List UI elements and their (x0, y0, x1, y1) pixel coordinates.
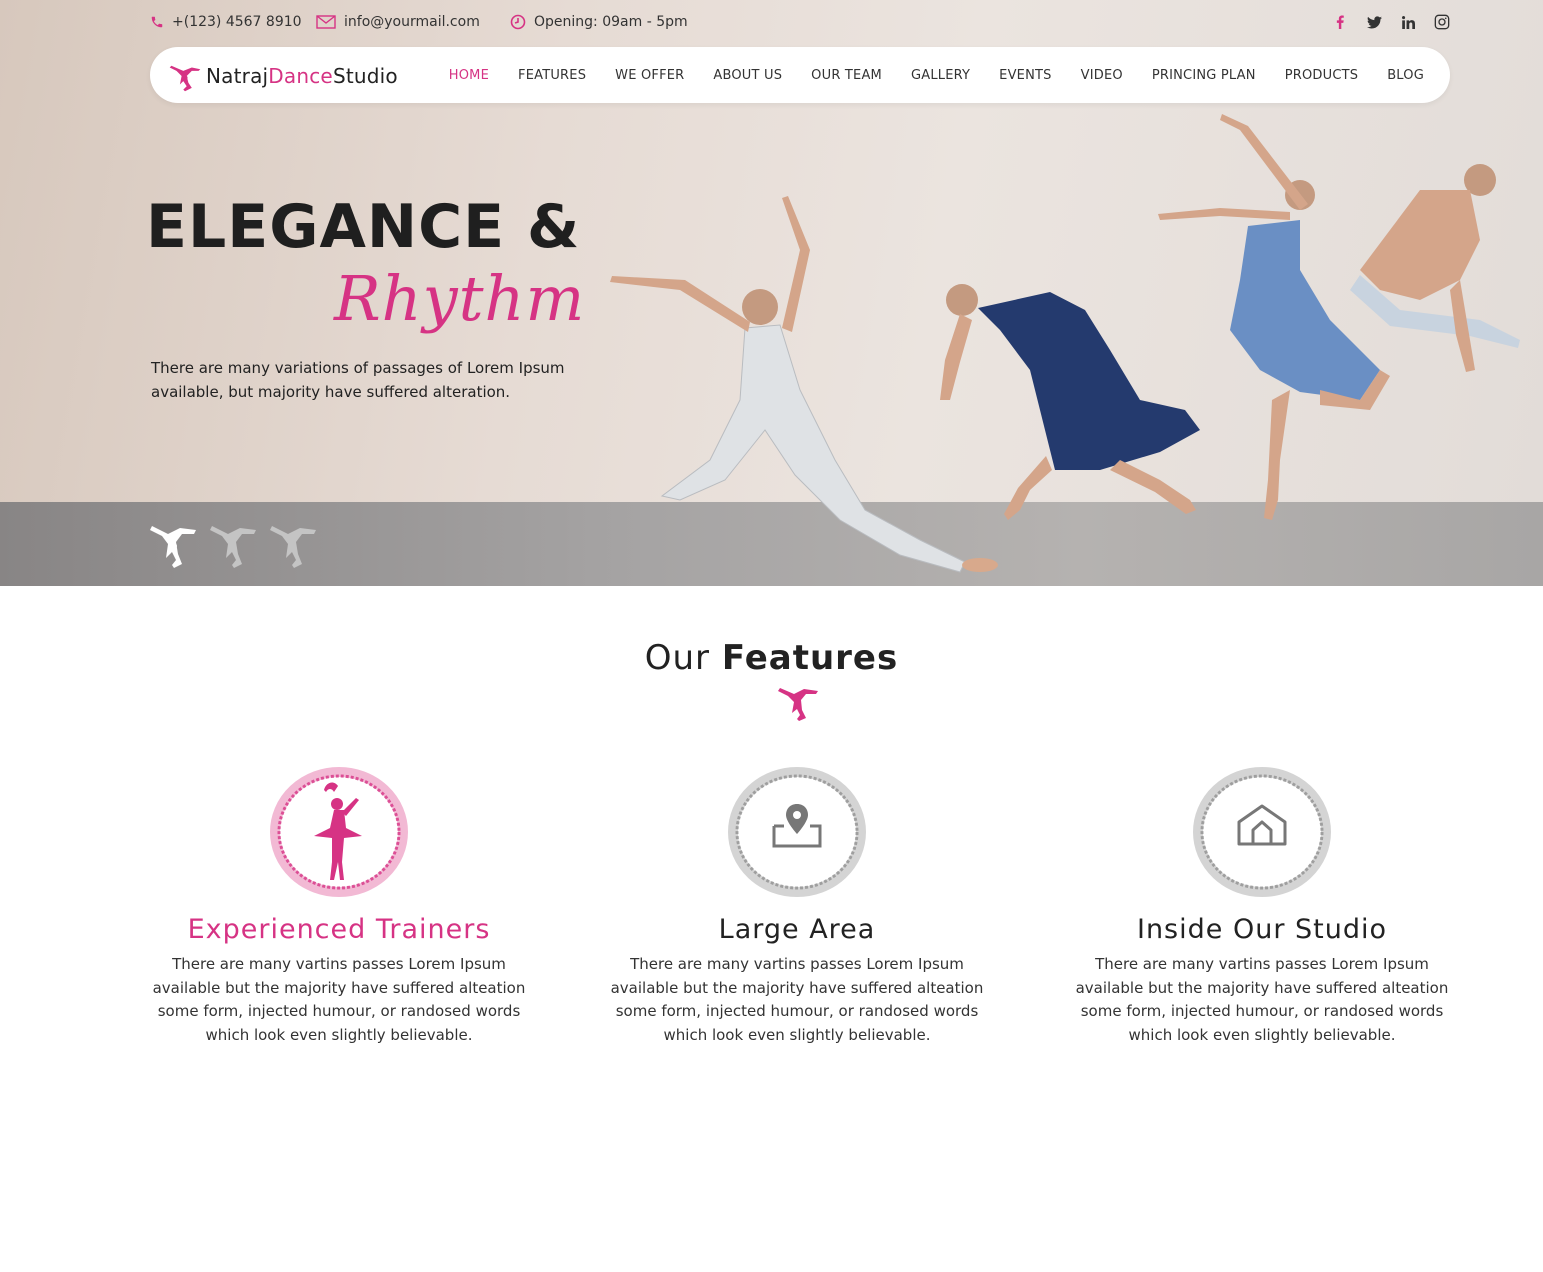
nav-item-our-team[interactable]: OUR TEAM (811, 68, 882, 83)
nav-item-events[interactable]: EVENTS (999, 68, 1051, 83)
logo-dancer-icon (169, 65, 201, 92)
feature-description: There are many vartins passes Lorem Ipsu… (152, 955, 526, 1044)
hours-text: Opening: 09am - 5pm (534, 14, 688, 30)
ballerina-icon (270, 767, 408, 897)
nav-item-video[interactable]: VIDEO (1081, 68, 1123, 83)
feature-title: Large Area (718, 914, 876, 945)
feature-description: There are many vartins passes Lorem Ipsu… (610, 955, 984, 1044)
hours-info: Opening: 09am - 5pm (510, 10, 688, 34)
dancer-divider-icon (778, 688, 818, 721)
slider-dot-2[interactable] (210, 520, 258, 570)
clock-icon (510, 14, 526, 30)
dancers-image (610, 114, 1520, 573)
feature-description: There are many vartins passes Lorem Ipsu… (1075, 955, 1449, 1044)
nav-item-pricing-plan[interactable]: PRINCING PLAN (1152, 68, 1256, 83)
house-icon (1193, 767, 1331, 897)
mail-icon (316, 15, 336, 29)
slider-dot-1[interactable] (150, 520, 198, 570)
features-heading: Our Features (644, 638, 899, 678)
feature-title: Inside Our Studio (1136, 914, 1388, 945)
linkedin-icon[interactable] (1400, 14, 1416, 30)
hero-script-title: Rhythm (334, 262, 586, 335)
slider-pagination (150, 520, 318, 570)
site-logo[interactable]: NatrajDanceStudio (168, 59, 398, 93)
twitter-icon[interactable] (1366, 14, 1382, 30)
email-text: info@yourmail.com (344, 14, 480, 30)
email-info[interactable]: info@yourmail.com (316, 10, 480, 34)
nav-item-we-offer[interactable]: WE OFFER (615, 68, 684, 83)
logo-text: NatrajDanceStudio (206, 64, 398, 88)
hero-description: There are many variations of passages of… (151, 359, 565, 401)
feature-card-area: Large Area There are many vartins passes… (597, 762, 997, 1047)
nav-item-about-us[interactable]: ABOUT US (713, 68, 782, 83)
phone-text: +(123) 4567 8910 (172, 14, 302, 30)
nav-item-features[interactable]: FEATURES (518, 68, 586, 83)
hero-title: ELEGANCE & (146, 192, 581, 262)
main-navbar: NatrajDanceStudio HOME FEATURES WE OFFER… (150, 47, 1450, 103)
top-bar: +(123) 4567 8910 info@yourmail.com Openi… (150, 10, 1450, 34)
nav-item-home[interactable]: HOME (449, 68, 489, 83)
feature-card-studio: Inside Our Studio There are many vartins… (1062, 762, 1462, 1047)
hero-banner: +(123) 4567 8910 info@yourmail.com Openi… (0, 0, 1543, 586)
location-pin-icon (728, 767, 866, 897)
social-links (1332, 10, 1450, 34)
nav-item-products[interactable]: PRODUCTS (1285, 68, 1359, 83)
slider-dot-3[interactable] (270, 520, 318, 570)
facebook-icon[interactable] (1332, 14, 1348, 30)
phone-info[interactable]: +(123) 4567 8910 (150, 10, 302, 34)
feature-card-trainers: Experienced Trainers There are many vart… (139, 762, 539, 1047)
nav-item-gallery[interactable]: GALLERY (911, 68, 970, 83)
nav-item-blog[interactable]: BLOG (1387, 68, 1424, 83)
feature-title: Experienced Trainers (187, 914, 491, 945)
phone-icon (151, 16, 163, 28)
nav-menu: HOME FEATURES WE OFFER ABOUT US OUR TEAM… (449, 47, 1424, 103)
instagram-icon[interactable] (1434, 14, 1450, 30)
